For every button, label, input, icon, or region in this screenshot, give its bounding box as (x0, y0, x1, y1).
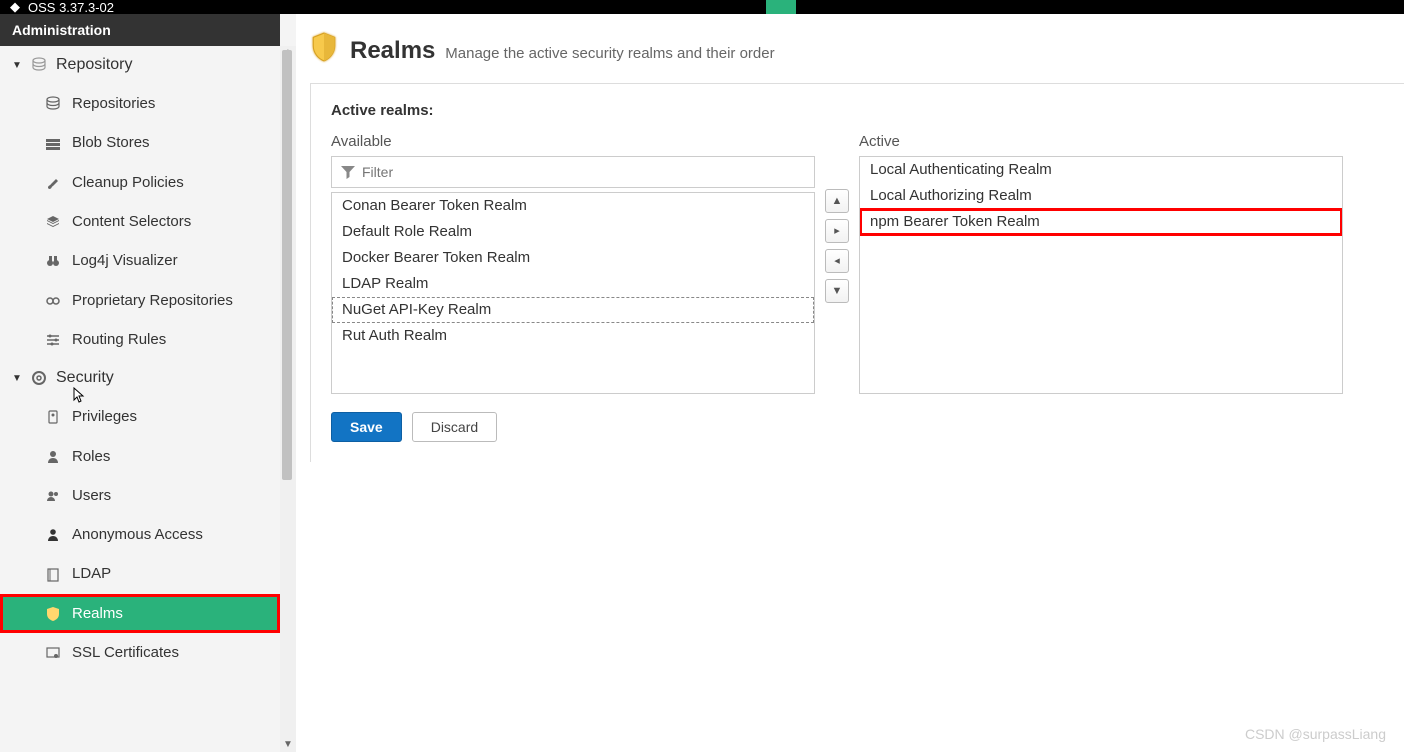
section-icon (30, 369, 48, 387)
sidebar-item-privileges[interactable]: Privileges (0, 397, 280, 436)
sidebar-item-label: Realms (72, 605, 123, 622)
sidebar: Administration ▼ Repository Repositories Bl… (0, 14, 296, 752)
available-option[interactable]: Docker Bearer Token Realm (332, 245, 814, 271)
top-bar: ◆ OSS 3.37.3-02 (0, 0, 1404, 14)
watermark-text: CSDN @surpassLiang (1245, 726, 1386, 742)
binoculars-icon (44, 252, 62, 269)
cubes-icon (44, 134, 62, 151)
sidebar-item-proprietary-repositories[interactable]: Proprietary Repositories (0, 280, 280, 319)
link-icon (44, 291, 62, 308)
section-icon (30, 56, 48, 74)
page-description: Manage the active security realms and th… (445, 45, 774, 62)
sidebar-item-cleanup-policies[interactable]: Cleanup Policies (0, 163, 280, 202)
active-column: Active Local Authenticating RealmLocal A… (859, 133, 1343, 394)
sidebar-item-blob-stores[interactable]: Blob Stores (0, 123, 280, 162)
sidebar-item-label: Anonymous Access (72, 526, 203, 543)
logo-icon: ◆ (10, 0, 20, 14)
caret-down-icon: ▼ (12, 373, 22, 384)
admin-header-label: Administration (12, 22, 111, 38)
move-left-button[interactable]: ◂ (825, 249, 849, 273)
filter-input[interactable] (362, 164, 806, 180)
scroll-thumb[interactable] (282, 50, 292, 480)
page-header: Realms Manage the active security realms… (296, 14, 1404, 83)
available-option[interactable]: NuGet API-Key Realm (332, 297, 814, 323)
shield-icon (310, 32, 338, 69)
sidebar-item-users[interactable]: Users (0, 476, 280, 515)
layers-icon (44, 213, 62, 230)
available-listbox[interactable]: Conan Bearer Token RealmDefault Role Rea… (331, 192, 815, 394)
brush-icon (44, 174, 62, 191)
available-label: Available (331, 133, 815, 150)
page-title: Realms (350, 37, 435, 64)
sidebar-item-label: Privileges (72, 408, 137, 425)
users-icon (44, 487, 62, 504)
filter-icon (340, 164, 356, 181)
sidebar-item-label: Content Selectors (72, 213, 191, 230)
active-option[interactable]: Local Authorizing Realm (860, 183, 1342, 209)
scroll-down-icon[interactable]: ▼ (283, 740, 293, 750)
caret-down-icon: ▼ (12, 60, 22, 71)
active-option[interactable]: npm Bearer Token Realm (860, 209, 1342, 235)
section-title: Active realms: (331, 102, 1384, 119)
move-up-button[interactable]: ▲ (825, 189, 849, 213)
sidebar-item-roles[interactable]: Roles (0, 436, 280, 475)
sidebar-item-ldap[interactable]: LDAP (0, 554, 280, 593)
person-icon (44, 526, 62, 543)
sidebar-item-content-selectors[interactable]: Content Selectors (0, 202, 280, 241)
sidebar-item-label: Users (72, 487, 111, 504)
sidebar-item-label: Blob Stores (72, 134, 150, 151)
discard-button[interactable]: Discard (412, 412, 497, 442)
filter-box[interactable] (331, 156, 815, 188)
sidebar-item-label: Repositories (72, 95, 155, 112)
sidebar-item-anonymous-access[interactable]: Anonymous Access (0, 515, 280, 554)
sidebar-item-routing-rules[interactable]: Routing Rules (0, 320, 280, 359)
sidebar-section-repository[interactable]: ▼ Repository (0, 46, 280, 84)
sidebar-item-label: Routing Rules (72, 331, 166, 348)
sidebar-item-ssl-certificates[interactable]: SSL Certificates (0, 633, 280, 672)
sidebar-section-security[interactable]: ▼ Security (0, 359, 280, 397)
active-option[interactable]: Local Authenticating Realm (860, 157, 1342, 183)
sidebar-item-label: LDAP (72, 565, 111, 582)
active-label: Active (859, 133, 1343, 150)
sidebar-scrollbar[interactable]: ▲ ▼ (280, 46, 296, 752)
sidebar-item-label: SSL Certificates (72, 644, 179, 661)
top-green-indicator (766, 0, 796, 14)
realms-panel: Active realms: Available Conan Bearer To… (310, 83, 1404, 462)
available-option[interactable]: Rut Auth Realm (332, 323, 814, 349)
save-button[interactable]: Save (331, 412, 402, 442)
sidebar-item-label: Roles (72, 448, 110, 465)
sidebar-item-label: Cleanup Policies (72, 174, 184, 191)
sidebar-item-label: Proprietary Repositories (72, 292, 233, 309)
move-right-button[interactable]: ▸ (825, 219, 849, 243)
badge-icon (44, 408, 62, 425)
active-listbox[interactable]: Local Authenticating RealmLocal Authoriz… (859, 156, 1343, 394)
available-option[interactable]: LDAP Realm (332, 271, 814, 297)
content-area: Realms Manage the active security realms… (296, 14, 1404, 752)
user-role-icon (44, 447, 62, 464)
available-column: Available Conan Bearer Token RealmDefaul… (331, 133, 815, 394)
shield-icon (44, 605, 62, 622)
sidebar-item-repositories[interactable]: Repositories (0, 84, 280, 123)
sliders-icon (44, 331, 62, 348)
sidebar-item-realms[interactable]: Realms (0, 594, 280, 633)
sidebar-item-log4j-visualizer[interactable]: Log4j Visualizer (0, 241, 280, 280)
admin-header: Administration (0, 14, 280, 46)
transfer-buttons: ▲ ▸ ◂ ▼ (825, 189, 849, 303)
move-down-button[interactable]: ▼ (825, 279, 849, 303)
sidebar-item-label: Log4j Visualizer (72, 252, 178, 269)
book-icon (44, 565, 62, 582)
version-text: OSS 3.37.3-02 (28, 0, 114, 14)
database-icon (44, 95, 62, 112)
available-option[interactable]: Default Role Realm (332, 219, 814, 245)
certificate-icon (44, 644, 62, 661)
section-label: Security (56, 369, 114, 387)
section-label: Repository (56, 56, 132, 74)
available-option[interactable]: Conan Bearer Token Realm (332, 193, 814, 219)
